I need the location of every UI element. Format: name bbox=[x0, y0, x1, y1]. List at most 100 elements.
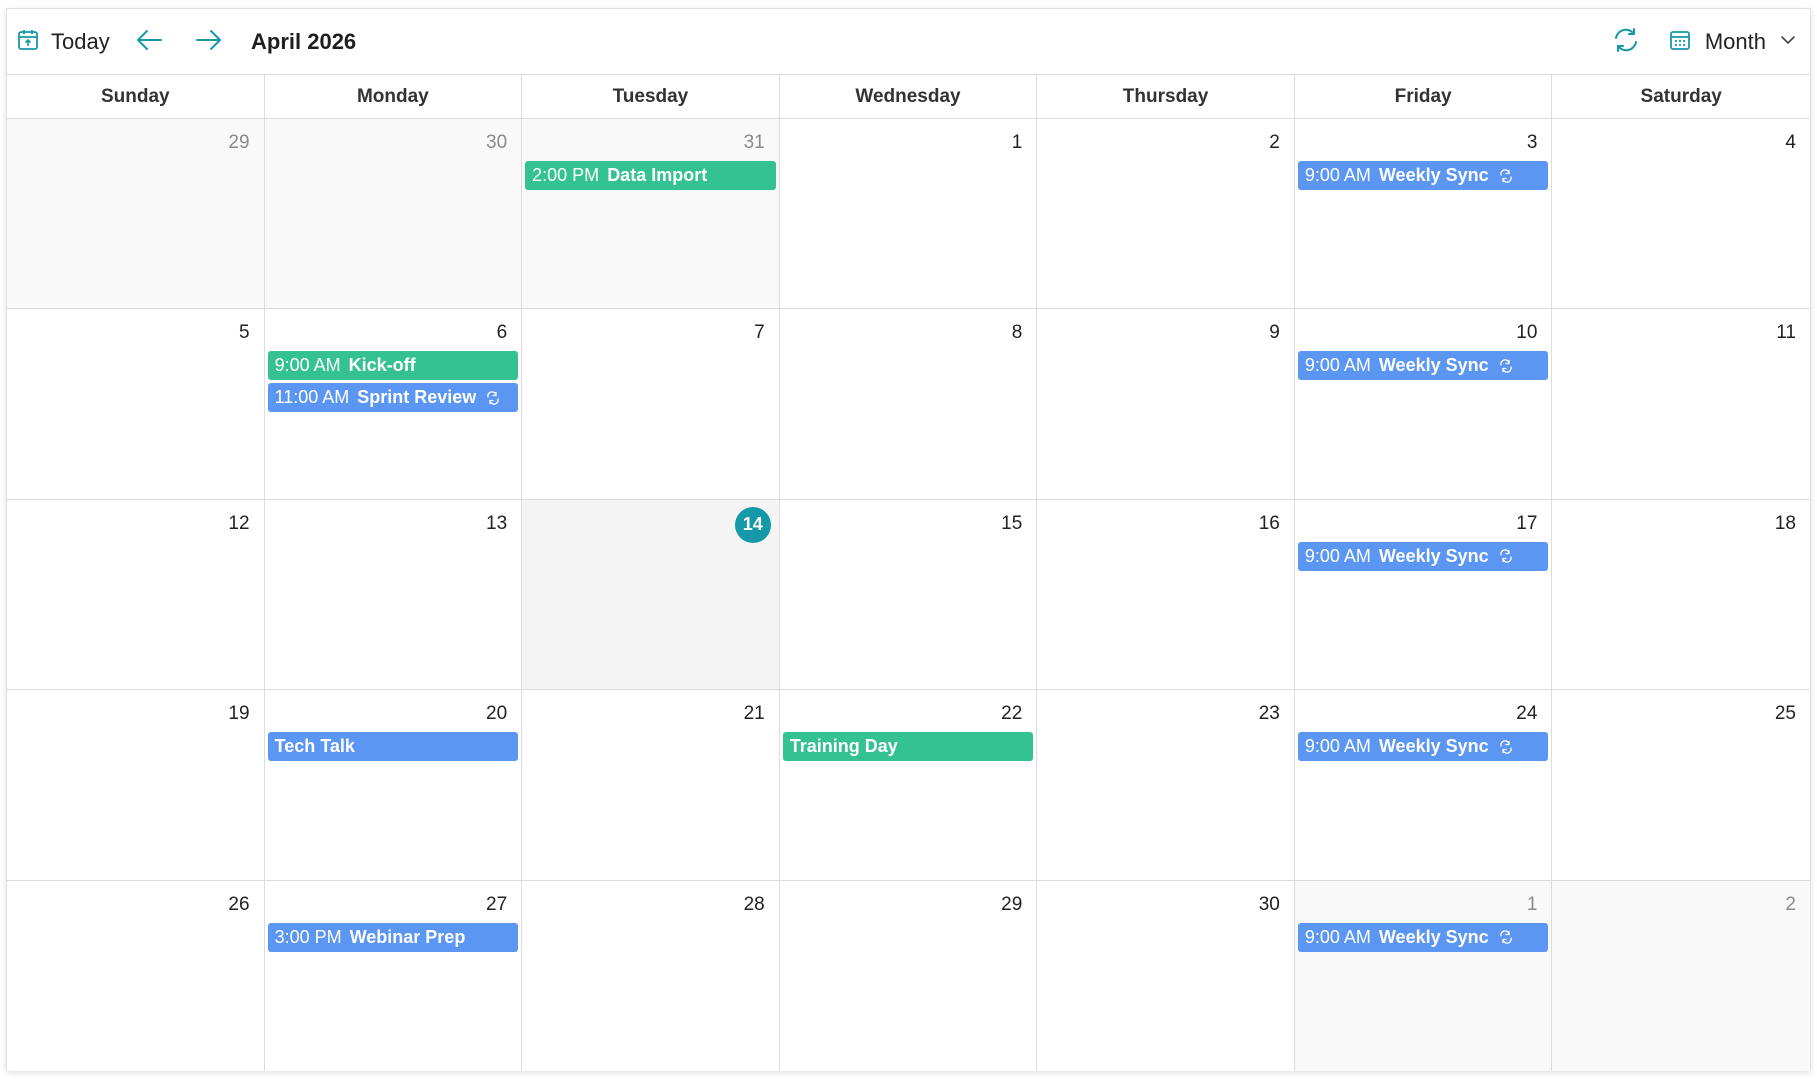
day-cell[interactable]: 13 bbox=[264, 499, 523, 690]
day-cell[interactable]: 1 bbox=[779, 119, 1038, 309]
appointment[interactable]: 9:00 AM Weekly Sync bbox=[1297, 732, 1549, 762]
date-number[interactable]: 21 bbox=[522, 702, 779, 726]
date-number[interactable]: 24 bbox=[1295, 702, 1552, 726]
date-number[interactable]: 1 bbox=[780, 131, 1037, 155]
date-number[interactable]: 4 bbox=[1552, 131, 1810, 155]
date-number[interactable]: 15 bbox=[780, 512, 1037, 536]
date-number[interactable]: 16 bbox=[1037, 512, 1294, 536]
date-number[interactable]: 2 bbox=[1552, 893, 1810, 917]
date-number[interactable]: 18 bbox=[1552, 512, 1810, 536]
date-number[interactable]: 29 bbox=[7, 131, 264, 155]
day-cell[interactable]: 4 bbox=[1552, 119, 1810, 309]
refresh-button[interactable] bbox=[1612, 9, 1640, 75]
date-number[interactable]: 19 bbox=[7, 702, 264, 726]
appointment[interactable]: 9:00 AM Weekly Sync bbox=[1297, 541, 1549, 571]
date-number[interactable]: 10 bbox=[1295, 321, 1552, 345]
date-number[interactable]: 1 bbox=[1295, 893, 1552, 917]
day-cell[interactable]: 20 Tech Talk bbox=[264, 690, 523, 880]
view-switcher[interactable]: Month bbox=[1669, 9, 1796, 75]
day-header-tuesday: Tuesday bbox=[522, 75, 780, 118]
appointment[interactable]: 3:00 PM Webinar Prep bbox=[267, 922, 519, 952]
date-number[interactable]: 26 bbox=[7, 893, 264, 917]
appointment[interactable]: 9:00 AM Weekly Sync bbox=[1297, 161, 1549, 190]
appointment[interactable]: Training Day bbox=[782, 732, 1034, 762]
date-number[interactable]: 30 bbox=[1037, 893, 1294, 917]
day-cell[interactable]: 1 9:00 AM Weekly Sync bbox=[1294, 880, 1553, 1071]
appointment[interactable]: 11:00 AM Sprint Review bbox=[267, 383, 519, 413]
date-number[interactable]: 7 bbox=[522, 321, 779, 345]
day-cell[interactable]: 16 bbox=[1037, 499, 1295, 690]
appointment[interactable]: 9:00 AM Weekly Sync bbox=[1297, 351, 1549, 381]
appointment[interactable]: 9:00 AM Weekly Sync bbox=[1297, 922, 1549, 952]
day-cell[interactable]: 26 bbox=[7, 880, 265, 1071]
month-grid: Sunday Monday Tuesday Wednesday Thursday… bbox=[7, 75, 1810, 1071]
recurrence-icon bbox=[1499, 168, 1513, 183]
day-cell[interactable]: 23 bbox=[1037, 690, 1295, 880]
day-cell[interactable]: 28 bbox=[522, 880, 780, 1071]
date-number[interactable]: 2 bbox=[1037, 131, 1294, 155]
day-cell[interactable]: 24 9:00 AM Weekly Sync bbox=[1294, 690, 1553, 880]
date-number[interactable]: 3 bbox=[1295, 131, 1552, 155]
day-cell[interactable]: 9 bbox=[1037, 309, 1295, 499]
day-cell[interactable]: 11 bbox=[1552, 309, 1810, 499]
appointment-subject: Webinar Prep bbox=[349, 926, 466, 947]
calendar-today-icon bbox=[17, 29, 39, 56]
day-cell[interactable]: 2 bbox=[1552, 880, 1810, 1071]
day-cell[interactable]: 19 bbox=[7, 690, 265, 880]
previous-button[interactable] bbox=[135, 9, 163, 75]
date-number[interactable]: 13 bbox=[265, 512, 522, 536]
day-cell[interactable]: 3 9:00 AM Weekly Sync bbox=[1294, 119, 1553, 309]
date-number[interactable]: 23 bbox=[1037, 702, 1294, 726]
day-cell[interactable]: 5 bbox=[7, 309, 265, 499]
appointment-time: 11:00 AM bbox=[274, 387, 350, 408]
day-cell[interactable]: 6 9:00 AM Kick-off 11:00 AM Sprint Review bbox=[264, 309, 523, 499]
date-number[interactable]: 9 bbox=[1037, 321, 1294, 345]
day-cell[interactable]: 18 bbox=[1552, 499, 1810, 690]
date-number[interactable]: 22 bbox=[780, 702, 1037, 726]
day-cell[interactable]: 17 9:00 AM Weekly Sync bbox=[1294, 499, 1553, 690]
date-range-title[interactable]: April 2026 bbox=[251, 9, 356, 75]
date-number[interactable]: 6 bbox=[265, 321, 522, 345]
appointment[interactable]: 9:00 AM Kick-off bbox=[267, 351, 519, 381]
date-number[interactable]: 31 bbox=[522, 131, 779, 155]
appointment[interactable]: Tech Talk bbox=[267, 732, 519, 762]
day-cell[interactable]: 21 bbox=[522, 690, 780, 880]
day-cell[interactable]: 29 bbox=[779, 880, 1038, 1071]
date-number[interactable]: 11 bbox=[1552, 321, 1810, 345]
day-cell[interactable]: 7 bbox=[522, 309, 780, 499]
date-number[interactable]: 27 bbox=[265, 893, 522, 917]
date-number[interactable]: 20 bbox=[265, 702, 522, 726]
day-cell[interactable]: 29 bbox=[7, 119, 265, 309]
recurrence-icon bbox=[486, 391, 500, 405]
day-cell[interactable]: 27 3:00 PM Webinar Prep bbox=[264, 880, 523, 1071]
day-cell[interactable]: 8 bbox=[779, 309, 1038, 499]
date-number[interactable]: 8 bbox=[780, 321, 1037, 345]
appointment[interactable]: 2:00 PM Data Import bbox=[525, 161, 776, 190]
date-number[interactable]: 29 bbox=[780, 893, 1037, 917]
date-number[interactable]: 30 bbox=[265, 131, 522, 155]
date-number[interactable]: 28 bbox=[522, 893, 779, 917]
date-number[interactable]: 12 bbox=[7, 512, 264, 536]
day-cell[interactable]: 15 bbox=[779, 499, 1038, 690]
today-date-badge[interactable]: 14 bbox=[734, 506, 771, 543]
date-number[interactable]: 5 bbox=[7, 321, 264, 345]
day-cell[interactable]: 2 bbox=[1037, 119, 1295, 309]
day-cell[interactable]: 12 bbox=[7, 499, 265, 690]
date-number[interactable]: 25 bbox=[1552, 702, 1810, 726]
day-cell[interactable]: 30 bbox=[1037, 880, 1295, 1071]
appointment-subject: Kick-off bbox=[348, 355, 416, 376]
week-row: 5 6 9:00 AM Kick-off 11:00 AM Sprint Review 7 8… bbox=[7, 309, 1810, 500]
today-button[interactable]: Today bbox=[17, 9, 110, 75]
week-row: 26 27 3:00 PM Webinar Prep 28 29 30 1 9:00 AM Wee… bbox=[7, 880, 1810, 1071]
appointment-time: 9:00 AM bbox=[1304, 736, 1371, 757]
day-cell[interactable]: 14 bbox=[522, 499, 780, 690]
day-cell[interactable]: 30 bbox=[264, 119, 523, 309]
appointment-time: 9:00 AM bbox=[1304, 926, 1371, 947]
date-number[interactable]: 17 bbox=[1295, 512, 1552, 536]
event-list: 9:00 AM Weekly Sync bbox=[1295, 351, 1552, 381]
day-cell[interactable]: 31 2:00 PM Data Import bbox=[522, 119, 780, 309]
day-cell[interactable]: 10 9:00 AM Weekly Sync bbox=[1294, 309, 1553, 499]
next-button[interactable] bbox=[195, 9, 223, 75]
day-cell[interactable]: 25 bbox=[1552, 690, 1810, 880]
day-cell[interactable]: 22 Training Day bbox=[779, 690, 1038, 880]
